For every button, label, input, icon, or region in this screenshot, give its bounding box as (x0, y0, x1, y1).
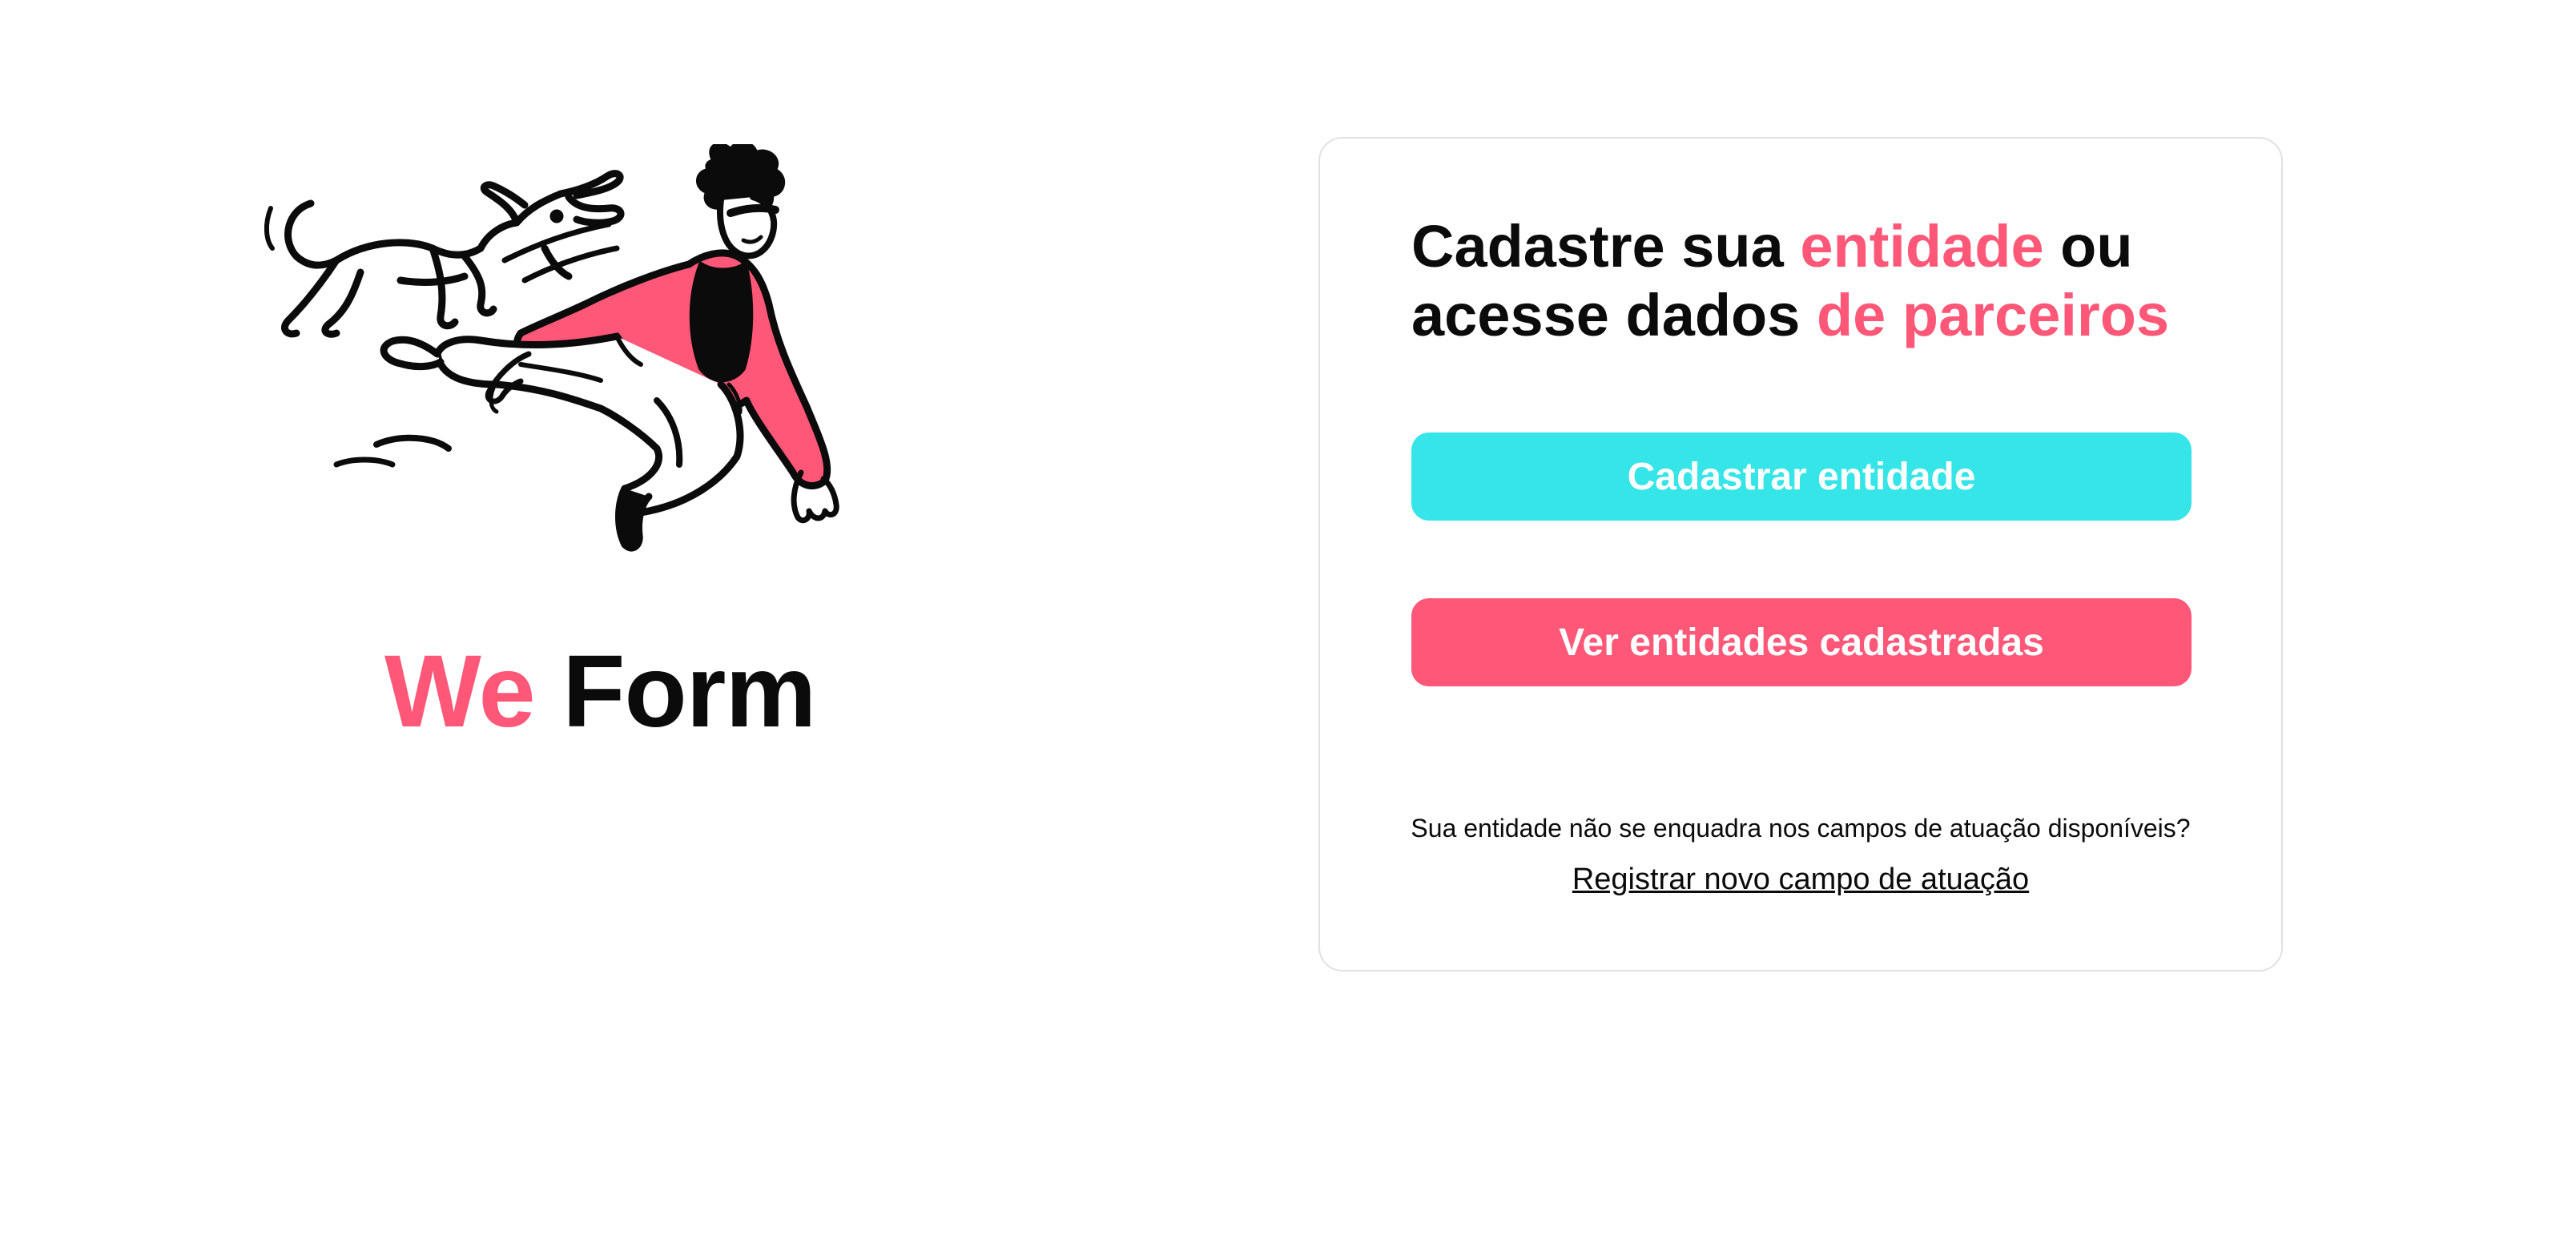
title-line1-start: Cadastre sua (1411, 213, 1801, 280)
title-line1-accent: entidade (1800, 213, 2044, 280)
footer-question-text: Sua entidade não se enquadra nos campos … (1411, 814, 2191, 843)
title-line2-start: acesse dados (1411, 282, 1817, 348)
brand-panel: We Form (240, 144, 849, 769)
brand-logo-text: We Form (384, 641, 816, 743)
action-card: Cadastre sua entidade ou acesse dados de … (1318, 137, 2283, 971)
brand-word-we: We (384, 634, 536, 749)
register-entity-button[interactable]: Cadastrar entidade (1411, 432, 2192, 521)
title-line1-end: ou (2043, 213, 2133, 280)
register-field-link[interactable]: Registrar novo campo de atuação (1320, 863, 2281, 897)
person-with-dog-illustration (264, 144, 839, 552)
view-entities-button[interactable]: Ver entidades cadastradas (1411, 598, 2192, 686)
title-line2-accent: de parceiros (1816, 282, 2170, 348)
card-title: Cadastre sua entidade ou acesse dados de … (1411, 212, 2212, 350)
brand-word-form: Form (562, 634, 816, 749)
